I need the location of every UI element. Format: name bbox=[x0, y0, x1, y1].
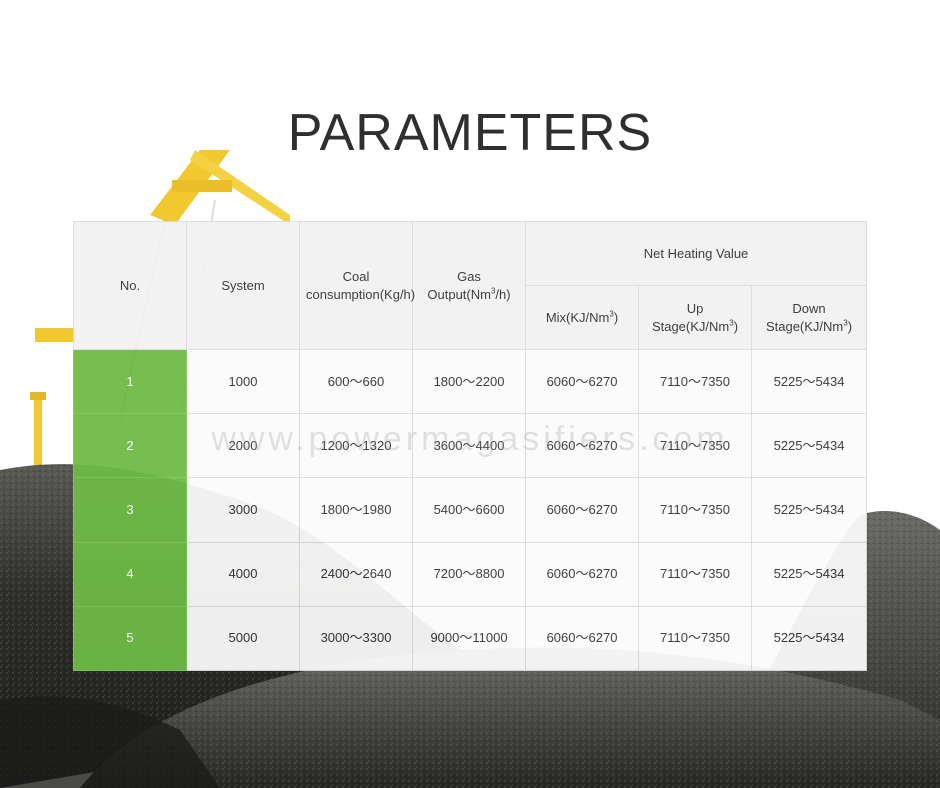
header-up-stage: Up Stage(KJ/Nm3) bbox=[638, 285, 752, 350]
parameters-table: No. System Coal consumption(Kg/h) Gas Ou… bbox=[73, 221, 868, 672]
cell-down-stage: 5225～5434 bbox=[750, 605, 868, 672]
table-row: 5 5000 3000～3300 9000～11000 6060～6270 71… bbox=[73, 605, 868, 672]
cell-no: 4 bbox=[73, 541, 187, 607]
header-down-stage: Down Stage(KJ/Nm3) bbox=[750, 285, 868, 350]
header-gas-output: Gas Output(Nm3/h) bbox=[412, 221, 526, 350]
cell-up-stage: 7110～7350 bbox=[638, 413, 752, 479]
header-coal-consumption: Coal consumption(Kg/h) bbox=[299, 221, 415, 350]
table-row: 4 4000 2400～2640 7200～8800 6060～6270 711… bbox=[73, 541, 868, 607]
cell-up-stage: 7110～7350 bbox=[638, 348, 752, 415]
cell-gas: 9000～11000 bbox=[412, 605, 526, 672]
table-row: 2 2000 1200～1320 3600～4400 6060～6270 711… bbox=[73, 413, 868, 479]
cell-coal: 1800～1980 bbox=[299, 477, 413, 543]
cell-system: 5000 bbox=[186, 605, 300, 672]
cell-up-stage: 7110～7350 bbox=[638, 541, 752, 607]
cell-coal: 600～660 bbox=[299, 348, 413, 415]
cell-system: 2000 bbox=[186, 413, 300, 479]
table-row: 1 1000 600～660 1800～2200 6060～6270 7110～… bbox=[73, 348, 868, 415]
cell-mix: 6060～6270 bbox=[525, 413, 639, 479]
cell-down-stage: 5225～5434 bbox=[750, 477, 868, 543]
header-no: No. bbox=[73, 221, 187, 350]
cell-coal: 1200～1320 bbox=[299, 413, 413, 479]
cell-coal: 3000～3300 bbox=[299, 605, 413, 672]
cell-down-stage: 5225～5434 bbox=[750, 413, 868, 479]
cell-mix: 6060～6270 bbox=[525, 348, 639, 415]
header-net-heating-value: Net Heating Value bbox=[524, 221, 868, 286]
cell-system: 4000 bbox=[186, 541, 300, 607]
cell-up-stage: 7110～7350 bbox=[638, 477, 752, 543]
cell-no: 3 bbox=[73, 477, 187, 543]
table-row: 3 3000 1800～1980 5400～6600 6060～6270 711… bbox=[73, 477, 868, 543]
page-title: PARAMETERS bbox=[287, 103, 653, 162]
cell-coal: 2400～2640 bbox=[299, 541, 413, 607]
cell-up-stage: 7110～7350 bbox=[638, 605, 752, 672]
cell-no: 1 bbox=[73, 348, 187, 415]
header-mix: Mix(KJ/Nm3) bbox=[525, 285, 639, 350]
cell-no: 2 bbox=[73, 413, 187, 479]
cell-mix: 6060～6270 bbox=[525, 477, 639, 543]
cell-down-stage: 5225～5434 bbox=[750, 348, 868, 415]
cell-down-stage: 5225～5434 bbox=[750, 541, 868, 607]
cell-mix: 6060～6270 bbox=[525, 605, 639, 672]
cell-no: 5 bbox=[73, 605, 187, 672]
cell-gas: 3600～4400 bbox=[412, 413, 526, 479]
cell-gas: 7200～8800 bbox=[412, 541, 526, 607]
cell-mix: 6060～6270 bbox=[525, 541, 639, 607]
cell-system: 3000 bbox=[186, 477, 300, 543]
cell-system: 1000 bbox=[186, 348, 300, 415]
cell-gas: 1800～2200 bbox=[412, 348, 526, 415]
cell-gas: 5400～6600 bbox=[412, 477, 526, 543]
header-system: System bbox=[186, 221, 300, 350]
